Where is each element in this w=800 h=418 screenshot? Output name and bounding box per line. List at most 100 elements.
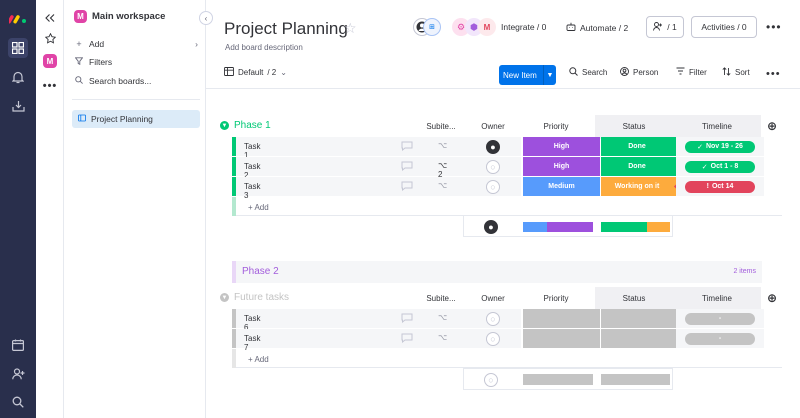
column-header-status[interactable]: Status (595, 122, 673, 131)
subitems-icon[interactable]: ⌥ (438, 141, 447, 150)
chat-bubble-icon[interactable] (400, 179, 414, 193)
search-button[interactable]: Search (569, 67, 607, 78)
column-header-status[interactable]: Status (595, 294, 673, 303)
status-cell[interactable] (601, 309, 676, 328)
add-item-row[interactable]: + Add (232, 349, 782, 369)
chevron-down-icon[interactable]: ▼ (543, 65, 556, 85)
owner-cell[interactable]: ○ (465, 309, 521, 328)
column-header-priority[interactable]: Priority (517, 122, 595, 131)
chat-bubble-icon[interactable] (400, 139, 414, 153)
group-header-phase-1[interactable]: ▼ Phase 1 (220, 120, 271, 131)
column-header-timeline[interactable]: Timeline (673, 122, 761, 131)
chat-bubble-icon[interactable] (400, 311, 414, 325)
integration-avatar-icon[interactable]: ⊞ (423, 18, 441, 36)
owner-cell[interactable]: ○ (465, 177, 521, 196)
priority-cell[interactable]: High (523, 137, 600, 156)
status-cell[interactable]: Done (601, 137, 673, 156)
subitems-icon[interactable]: ⌥ (438, 181, 447, 190)
search-boards-item[interactable]: Search boards... (74, 76, 198, 86)
chevron-down-icon[interactable]: ▼ (220, 121, 229, 130)
filters-menu-item[interactable]: Filters (74, 57, 198, 67)
more-icon[interactable]: ••• (42, 78, 58, 94)
person-avatar-icon: ○ (486, 159, 500, 174)
timeline-cell[interactable]: - (676, 309, 764, 328)
column-header-subitems[interactable]: Subite... (420, 294, 462, 303)
owner-cell[interactable]: ○ (465, 157, 521, 176)
add-item-row[interactable]: + Add (232, 197, 782, 217)
add-user-icon[interactable] (8, 364, 28, 384)
alert-icon: ! (706, 183, 709, 190)
group-summary-row: ● (463, 215, 673, 237)
invite-members-button[interactable]: / 1 (646, 16, 684, 38)
board-icon (78, 114, 86, 124)
bell-icon[interactable] (8, 67, 28, 87)
timeline-cell[interactable]: - (676, 329, 764, 348)
search-icon[interactable] (8, 392, 28, 412)
subitems-icon[interactable]: ⌥ (438, 313, 447, 322)
divider (72, 99, 200, 100)
sidebar-item-project-planning[interactable]: Project Planning (72, 110, 200, 128)
group-header-phase-2[interactable]: Phase 2 2 items (232, 261, 762, 283)
inbox-icon[interactable] (8, 96, 28, 116)
calendar-icon[interactable] (8, 335, 28, 355)
plus-icon: + (76, 39, 82, 49)
add-column-icon[interactable]: ⊕ (767, 119, 777, 133)
workspace-strip: M ••• (36, 0, 64, 418)
filter-button[interactable]: Filter (676, 67, 707, 77)
person-filter-button[interactable]: Person (620, 67, 658, 78)
status-cell[interactable] (601, 329, 676, 348)
integrate-button[interactable]: Integrate / 0 (501, 22, 546, 32)
timeline-cell[interactable]: ! Oct 14 (676, 177, 764, 196)
logo-icon[interactable] (8, 8, 28, 28)
priority-cell[interactable] (523, 309, 600, 328)
owner-cell[interactable]: ● (465, 137, 521, 156)
view-selector[interactable]: Default / 2 ⌄ (224, 67, 287, 78)
owner-cell[interactable]: ○ (465, 329, 521, 348)
workspace-avatar[interactable]: M (42, 53, 58, 69)
column-header-subitems[interactable]: Subite... (420, 122, 462, 131)
timeline-cell[interactable]: ✓ Oct 1 - 8 (676, 157, 764, 176)
person-avatar-icon: ● (484, 220, 498, 234)
activities-button[interactable]: Activities / 0 (691, 16, 757, 38)
status-cell[interactable]: Working on it (601, 177, 673, 196)
chat-bubble-icon[interactable] (400, 159, 414, 173)
favorite-star-icon[interactable]: ☆ (344, 20, 357, 37)
chevron-down-icon: ⌄ (280, 68, 287, 77)
board-description[interactable]: Add board description (225, 43, 303, 52)
person-icon (620, 67, 629, 78)
chevron-down-icon[interactable]: ▼ (220, 293, 229, 302)
column-header-owner[interactable]: Owner (465, 122, 521, 131)
divider (206, 88, 800, 89)
board-main: Project Planning ☆ Add board description… (206, 0, 800, 418)
column-header-priority[interactable]: Priority (517, 294, 595, 303)
workspace-name: Main workspace (92, 11, 166, 22)
status-cell[interactable]: Done (601, 157, 673, 176)
more-options-icon[interactable]: ••• (766, 68, 781, 80)
add-menu-item[interactable]: + Add › (74, 39, 198, 49)
group-header-future-tasks[interactable]: ▼ Future tasks (220, 292, 289, 303)
new-item-button[interactable]: New Item ▼ (499, 65, 556, 85)
subitems-icon[interactable]: ⌥ (438, 333, 447, 342)
priority-cell[interactable] (523, 329, 600, 348)
page-title[interactable]: Project Planning (224, 19, 348, 39)
robot-icon (566, 22, 576, 33)
priority-cell[interactable]: High (523, 157, 600, 176)
priority-cell[interactable]: Medium (523, 177, 600, 196)
column-header-owner[interactable]: Owner (465, 294, 521, 303)
workspace-panel: M Main workspace ‹ + Add › Filters Searc… (64, 0, 213, 418)
timeline-cell[interactable]: ✓ Nov 19 - 26 (676, 137, 764, 156)
sort-button[interactable]: Sort (722, 67, 750, 78)
workspace-title[interactable]: M Main workspace (74, 10, 165, 23)
automate-button[interactable]: Automate / 2 (566, 22, 628, 33)
chat-bubble-icon[interactable] (400, 331, 414, 345)
summary-owner: ● (484, 220, 498, 234)
collapse-left-icon[interactable] (42, 10, 58, 26)
column-header-timeline[interactable]: Timeline (673, 294, 761, 303)
person-avatar-icon: ○ (486, 331, 500, 346)
board-toolbar: Default / 2 ⌄ New Item ▼ Search Person F… (206, 64, 800, 86)
add-column-icon[interactable]: ⊕ (767, 291, 777, 305)
workspace-avatar: M (74, 10, 87, 23)
grid-icon[interactable] (8, 38, 28, 58)
star-icon[interactable] (42, 30, 58, 46)
more-options-icon[interactable]: ••• (766, 20, 782, 34)
